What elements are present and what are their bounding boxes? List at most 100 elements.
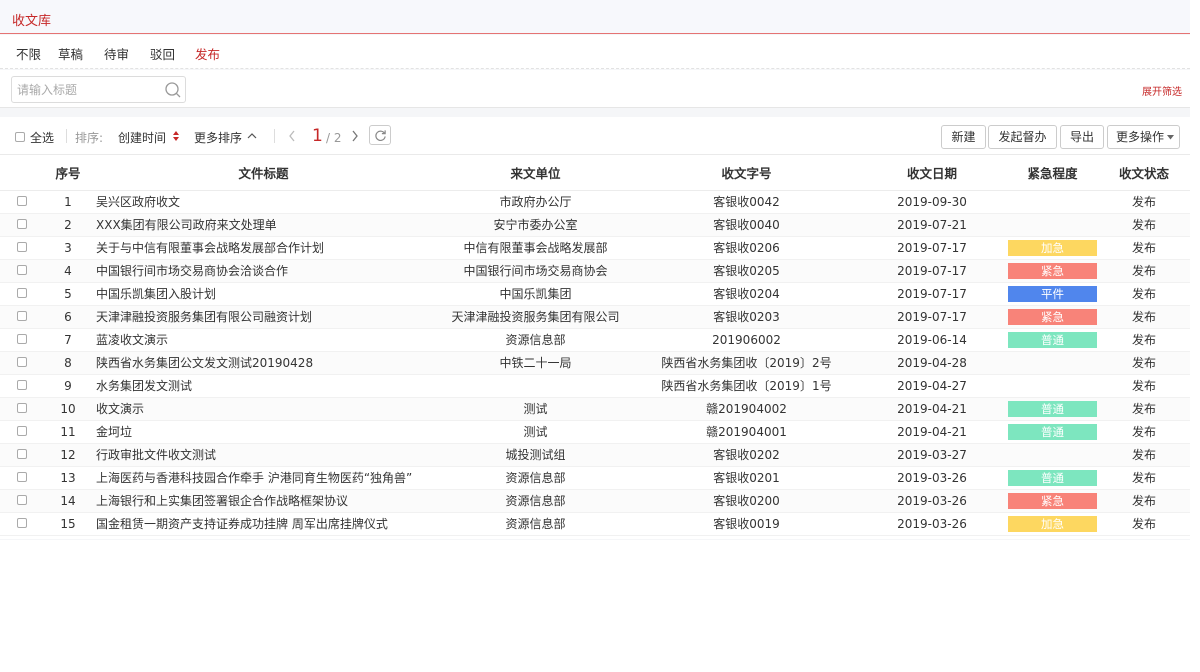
row-checkbox[interactable]: [17, 218, 27, 229]
sort-direction-icon[interactable]: [172, 130, 180, 142]
table-row[interactable]: 12 行政审批文件收文测试 城投测试组 客银收0202 2019-03-27 发布: [0, 443, 1190, 467]
table-row[interactable]: 7 蓝凌收文演示 资源信息部 201906002 2019-06-14 普通 发布: [0, 328, 1190, 352]
export-button[interactable]: 导出: [1060, 125, 1104, 149]
row-title[interactable]: 蓝凌收文演示: [92, 328, 435, 352]
table-row[interactable]: 1 吴兴区政府收文 市政府办公厅 客银收0042 2019-09-30 发布: [0, 190, 1190, 214]
table-row[interactable]: 11 金坷垃 测试 赣201904001 2019-04-21 普通 发布: [0, 420, 1190, 444]
table-row[interactable]: 2 XXX集团有限公司政府来文处理单 安宁市委办公室 客银收0040 2019-07-2…: [0, 213, 1190, 237]
row-checkbox[interactable]: [17, 195, 27, 206]
row-date: 2019-03-26: [857, 512, 1007, 536]
table-row[interactable]: 8 陕西省水务集团公文发文测试20190428 中铁二十一局 陕西省水务集团收〔201…: [0, 351, 1190, 375]
row-number: 10: [44, 397, 92, 421]
row-checkbox-cell: [0, 328, 44, 352]
urgency-badge: 普通: [1008, 469, 1097, 486]
row-urgency: 普通: [1007, 466, 1098, 490]
row-urgency: 紧急: [1007, 259, 1098, 283]
row-title[interactable]: 中国乐凯集团入股计划: [92, 282, 435, 306]
column-header-title[interactable]: 文件标题: [92, 155, 435, 191]
row-title[interactable]: 天津津融投资服务集团有限公司融资计划: [92, 305, 435, 329]
row-title[interactable]: 收文演示: [92, 397, 435, 421]
row-title[interactable]: 水务集团发文测试: [92, 374, 435, 398]
search-input[interactable]: [17, 81, 157, 99]
row-checkbox-cell: [0, 420, 44, 444]
row-urgency: 加急: [1007, 512, 1098, 536]
prev-page-icon[interactable]: [288, 130, 296, 142]
urge-button[interactable]: 发起督办: [988, 125, 1057, 149]
table-row[interactable]: 5 中国乐凯集团入股计划 中国乐凯集团 客银收0204 2019-07-17 平件 发布: [0, 282, 1190, 306]
tab-draft[interactable]: 草稿: [58, 44, 83, 63]
table-row[interactable]: 9 水务集团发文测试 陕西省水务集团收〔2019〕1号 2019-04-27 发布: [0, 374, 1190, 398]
row-title[interactable]: 关于与中信有限董事会战略发展部合作计划: [92, 236, 435, 260]
search-icon[interactable]: [164, 81, 182, 99]
row-checkbox[interactable]: [17, 402, 27, 413]
row-status: 发布: [1098, 213, 1190, 237]
row-checkbox[interactable]: [17, 448, 27, 459]
refresh-button[interactable]: [369, 125, 391, 145]
expand-filter-link[interactable]: 展开筛选: [1142, 83, 1182, 98]
row-number: 8: [44, 351, 92, 375]
row-title[interactable]: 金坷垃: [92, 420, 435, 444]
more-sort-button[interactable]: 更多排序: [194, 129, 242, 146]
row-checkbox-cell: [0, 466, 44, 490]
table-row[interactable]: 4 中国银行间市场交易商协会洽谈合作 中国银行间市场交易商协会 客银收0205 2019…: [0, 259, 1190, 283]
tab-all[interactable]: 不限: [16, 44, 41, 63]
row-checkbox[interactable]: [17, 356, 27, 367]
row-checkbox[interactable]: [17, 287, 27, 298]
row-status: 发布: [1098, 512, 1190, 536]
row-number: 2: [44, 213, 92, 237]
table-row[interactable]: 10 收文演示 测试 赣201904002 2019-04-21 普通 发布: [0, 397, 1190, 421]
row-checkbox[interactable]: [17, 425, 27, 436]
urgency-badge: 平件: [1008, 285, 1097, 302]
more-actions-button[interactable]: 更多操作: [1107, 125, 1180, 149]
row-checkbox[interactable]: [17, 517, 27, 528]
column-header-date[interactable]: 收文日期: [857, 155, 1007, 191]
row-date: 2019-07-17: [857, 236, 1007, 260]
select-all-checkbox[interactable]: [15, 132, 25, 142]
row-doc-number: 客银收0040: [636, 213, 857, 237]
row-title[interactable]: 吴兴区政府收文: [92, 190, 435, 214]
row-checkbox[interactable]: [17, 471, 27, 482]
table-row[interactable]: 14 上海银行和上实集团签署银企合作战略框架协议 资源信息部 客银收0200 2019-…: [0, 489, 1190, 513]
row-checkbox[interactable]: [17, 241, 27, 252]
tab-published[interactable]: 发布: [195, 44, 220, 63]
column-header-doc-no[interactable]: 收文字号: [636, 155, 857, 191]
column-header-no[interactable]: 序号: [44, 155, 92, 191]
table-row[interactable]: 15 国金租赁一期资产支持证券成功挂牌 周军出席挂牌仪式 资源信息部 客银收0019 2…: [0, 512, 1190, 536]
row-title[interactable]: 陕西省水务集团公文发文测试20190428: [92, 351, 435, 375]
table-row[interactable]: 3 关于与中信有限董事会战略发展部合作计划 中信有限董事会战略发展部 客银收0206 2…: [0, 236, 1190, 260]
row-title[interactable]: 上海银行和上实集团签署银企合作战略框架协议: [92, 489, 435, 513]
row-checkbox[interactable]: [17, 264, 27, 275]
column-header-status[interactable]: 收文状态: [1098, 155, 1190, 191]
tab-rejected[interactable]: 驳回: [150, 44, 175, 63]
sort-field-button[interactable]: 创建时间: [118, 129, 166, 146]
row-title[interactable]: 行政审批文件收文测试: [92, 443, 435, 467]
column-header-urgency[interactable]: 紧急程度: [1007, 155, 1098, 191]
divider: [274, 129, 275, 143]
table-row[interactable]: 6 天津津融投资服务集团有限公司融资计划 天津津融投资服务集团有限公司 客银收0203…: [0, 305, 1190, 329]
column-header-unit[interactable]: 来文单位: [435, 155, 636, 191]
row-urgency: 普通: [1007, 328, 1098, 352]
table-row[interactable]: 13 上海医药与香港科技园合作牵手 沪港同育生物医药“独角兽” 资源信息部 客银收02…: [0, 466, 1190, 490]
row-number: 3: [44, 236, 92, 260]
row-title[interactable]: 中国银行间市场交易商协会洽谈合作: [92, 259, 435, 283]
chevron-up-icon[interactable]: [247, 132, 257, 139]
row-unit: 资源信息部: [435, 328, 636, 352]
row-unit: 测试: [435, 397, 636, 421]
row-urgency: 普通: [1007, 420, 1098, 444]
row-checkbox[interactable]: [17, 310, 27, 321]
row-urgency: 加急: [1007, 236, 1098, 260]
urgency-badge: 普通: [1008, 423, 1097, 440]
tab-pending[interactable]: 待审: [104, 44, 129, 63]
search-box: [11, 76, 186, 103]
row-title[interactable]: 上海医药与香港科技园合作牵手 沪港同育生物医药“独角兽”: [92, 466, 435, 490]
app-window: 收文库 不限 草稿 待审 驳回 发布 展开筛选 全选 排序: 创建时间 更多排序: [0, 0, 1190, 540]
row-checkbox[interactable]: [17, 379, 27, 390]
row-checkbox[interactable]: [17, 333, 27, 344]
row-urgency: [1007, 213, 1098, 237]
row-title[interactable]: 国金租赁一期资产支持证券成功挂牌 周军出席挂牌仪式: [92, 512, 435, 536]
row-checkbox[interactable]: [17, 494, 27, 505]
new-button[interactable]: 新建: [941, 125, 986, 149]
row-title[interactable]: XXX集团有限公司政府来文处理单: [92, 213, 435, 237]
refresh-icon: [375, 130, 386, 141]
next-page-icon[interactable]: [351, 130, 359, 142]
